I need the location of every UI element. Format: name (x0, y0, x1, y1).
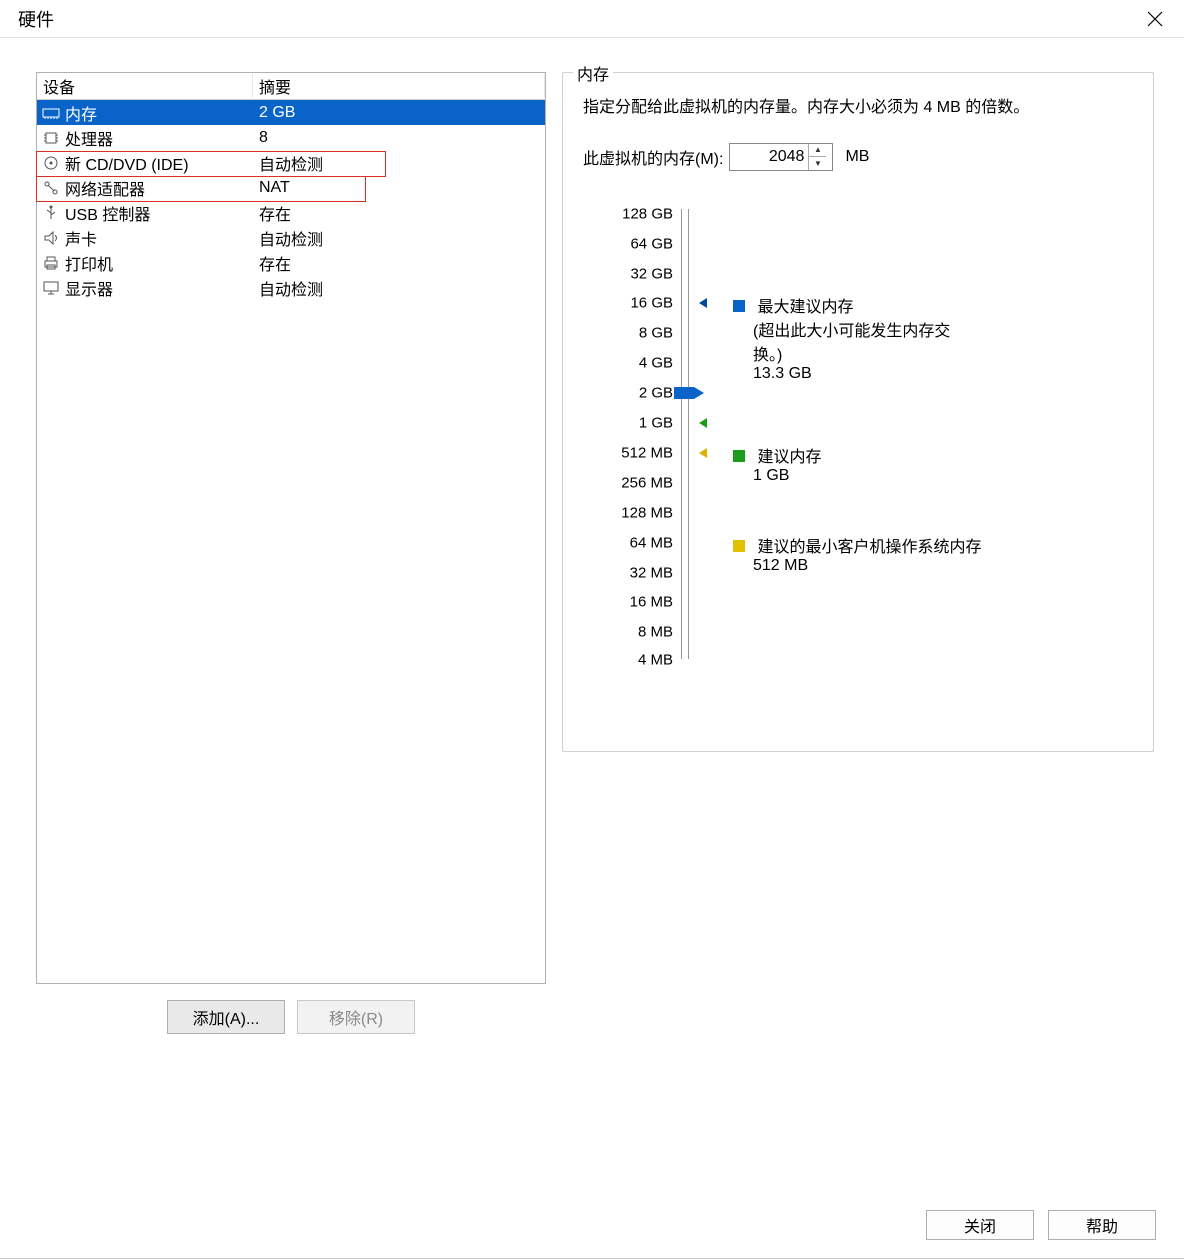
memory-value-input[interactable] (730, 147, 808, 167)
legend-square-icon (733, 450, 745, 462)
cell-summary: 自动检测 (253, 151, 545, 175)
memory-unit: MB (845, 148, 869, 166)
close-button[interactable]: 关闭 (926, 1210, 1034, 1240)
tick-label: 32 MB (630, 565, 673, 580)
memory-input-row: 此虚拟机的内存(M): ▲ ▼ MB (583, 143, 1133, 171)
memory-label: 此虚拟机的内存(M): (583, 145, 723, 169)
cell-summary: 自动检测 (253, 226, 545, 250)
legend-rec-title: 建议内存 (757, 449, 821, 466)
table-row[interactable]: 新 CD/DVD (IDE) 自动检测 (37, 150, 545, 175)
memory-desc: 指定分配给此虚拟机的内存量。内存大小必须为 4 MB 的倍数。 (583, 95, 1133, 121)
tick-label: 1 GB (639, 416, 673, 431)
marker-min-icon (699, 448, 707, 458)
table-header: 设备 摘要 (37, 73, 545, 100)
legend-max-note: (超出此大小可能发生内存交换。) (753, 317, 963, 365)
memory-slider: 128 GB 64 GB 32 GB 16 GB 8 GB 4 GB 2 GB … (583, 205, 1133, 665)
table-row[interactable]: 显示器 自动检测 (37, 275, 545, 300)
sound-icon (41, 229, 61, 247)
cell-summary: NAT (253, 179, 545, 197)
tick-label: 8 GB (639, 326, 673, 341)
memory-icon (41, 104, 61, 122)
tick-label: 4 MB (638, 652, 673, 667)
tick-label: 256 MB (621, 475, 673, 490)
legend-square-icon (733, 300, 745, 312)
cell-summary: 存在 (253, 251, 545, 275)
tick-label: 4 GB (639, 356, 673, 371)
cpu-icon (41, 129, 61, 147)
cell-device: 内存 (65, 101, 97, 125)
legend-min-value: 512 MB (753, 557, 808, 574)
tick-label: 128 MB (621, 505, 673, 520)
memory-spinner[interactable]: ▲ ▼ (729, 143, 833, 171)
group-title: 内存 (573, 61, 613, 85)
slider-track[interactable] (681, 209, 689, 660)
table-row[interactable]: 打印机 存在 (37, 250, 545, 275)
disc-icon (41, 154, 61, 172)
marker-rec-icon (699, 418, 707, 428)
legend-square-icon (733, 540, 745, 552)
cell-device: 打印机 (65, 251, 113, 275)
cell-device: 网络适配器 (65, 176, 145, 200)
cell-summary: 8 (253, 129, 545, 147)
memory-group: 内存 指定分配给此虚拟机的内存量。内存大小必须为 4 MB 的倍数。 此虚拟机的… (562, 72, 1154, 752)
tick-label: 8 MB (638, 625, 673, 640)
tick-label: 512 MB (621, 445, 673, 460)
slider-markers (693, 205, 733, 665)
tick-label: 32 GB (630, 266, 673, 281)
table-row[interactable]: USB 控制器 存在 (37, 200, 545, 225)
settings-panel: 内存 指定分配给此虚拟机的内存量。内存大小必须为 4 MB 的倍数。 此虚拟机的… (562, 72, 1154, 1034)
dialog-footer: 关闭 帮助 (926, 1210, 1156, 1240)
table-row[interactable]: 声卡 自动检测 (37, 225, 545, 250)
header-device[interactable]: 设备 (37, 74, 253, 98)
printer-icon (41, 254, 61, 272)
help-button[interactable]: 帮助 (1048, 1210, 1156, 1240)
remove-button: 移除(R) (297, 1000, 415, 1034)
tick-label: 128 GB (622, 206, 673, 221)
legend-rec-value: 1 GB (753, 467, 789, 484)
spinner-up-icon[interactable]: ▲ (808, 144, 826, 157)
spinner-down-icon[interactable]: ▼ (808, 157, 826, 170)
table-row[interactable]: 内存 2 GB (37, 100, 545, 125)
cell-device: 声卡 (65, 226, 97, 250)
display-icon (41, 279, 61, 297)
legend-max-title: 最大建议内存 (757, 299, 853, 316)
add-button[interactable]: 添加(A)... (167, 1000, 285, 1034)
cell-device: 处理器 (65, 126, 113, 150)
tick-label: 2 GB (639, 386, 673, 401)
table-row[interactable]: 网络适配器 NAT (37, 175, 545, 200)
header-summary[interactable]: 摘要 (253, 74, 545, 98)
cell-summary: 2 GB (253, 104, 545, 122)
table-row[interactable]: 处理器 8 (37, 125, 545, 150)
cell-summary: 自动检测 (253, 276, 545, 300)
slider-ticks: 128 GB 64 GB 32 GB 16 GB 8 GB 4 GB 2 GB … (583, 205, 673, 665)
cell-device: 显示器 (65, 276, 113, 300)
tick-label: 16 GB (630, 296, 673, 311)
hardware-dialog: 硬件 设备 摘要 内存 2 GB 处理器 8 (0, 0, 1184, 1259)
legend-max-value: 13.3 GB (753, 365, 812, 382)
device-buttons: 添加(A)... 移除(R) (36, 1000, 546, 1034)
cell-device: USB 控制器 (65, 201, 150, 225)
cell-summary: 存在 (253, 201, 545, 225)
usb-icon (41, 204, 61, 222)
close-icon[interactable] (1138, 5, 1172, 33)
tick-label: 64 MB (630, 535, 673, 550)
marker-max-icon (699, 298, 707, 308)
slider-legend: 最大建议内存 (超出此大小可能发生内存交换。) 13.3 GB 建议内存 1 G… (733, 205, 1133, 665)
tick-label: 16 MB (630, 595, 673, 610)
device-panel: 设备 摘要 内存 2 GB 处理器 8 新 CD/DVD (IDE) 自动检测 (36, 72, 546, 1034)
cell-device: 新 CD/DVD (IDE) (65, 151, 189, 175)
device-table: 设备 摘要 内存 2 GB 处理器 8 新 CD/DVD (IDE) 自动检测 (36, 72, 546, 984)
network-icon (41, 179, 61, 197)
titlebar: 硬件 (0, 0, 1184, 38)
tick-label: 64 GB (630, 236, 673, 251)
window-title: 硬件 (12, 6, 54, 32)
legend-min-title: 建议的最小客户机操作系统内存 (757, 539, 981, 556)
